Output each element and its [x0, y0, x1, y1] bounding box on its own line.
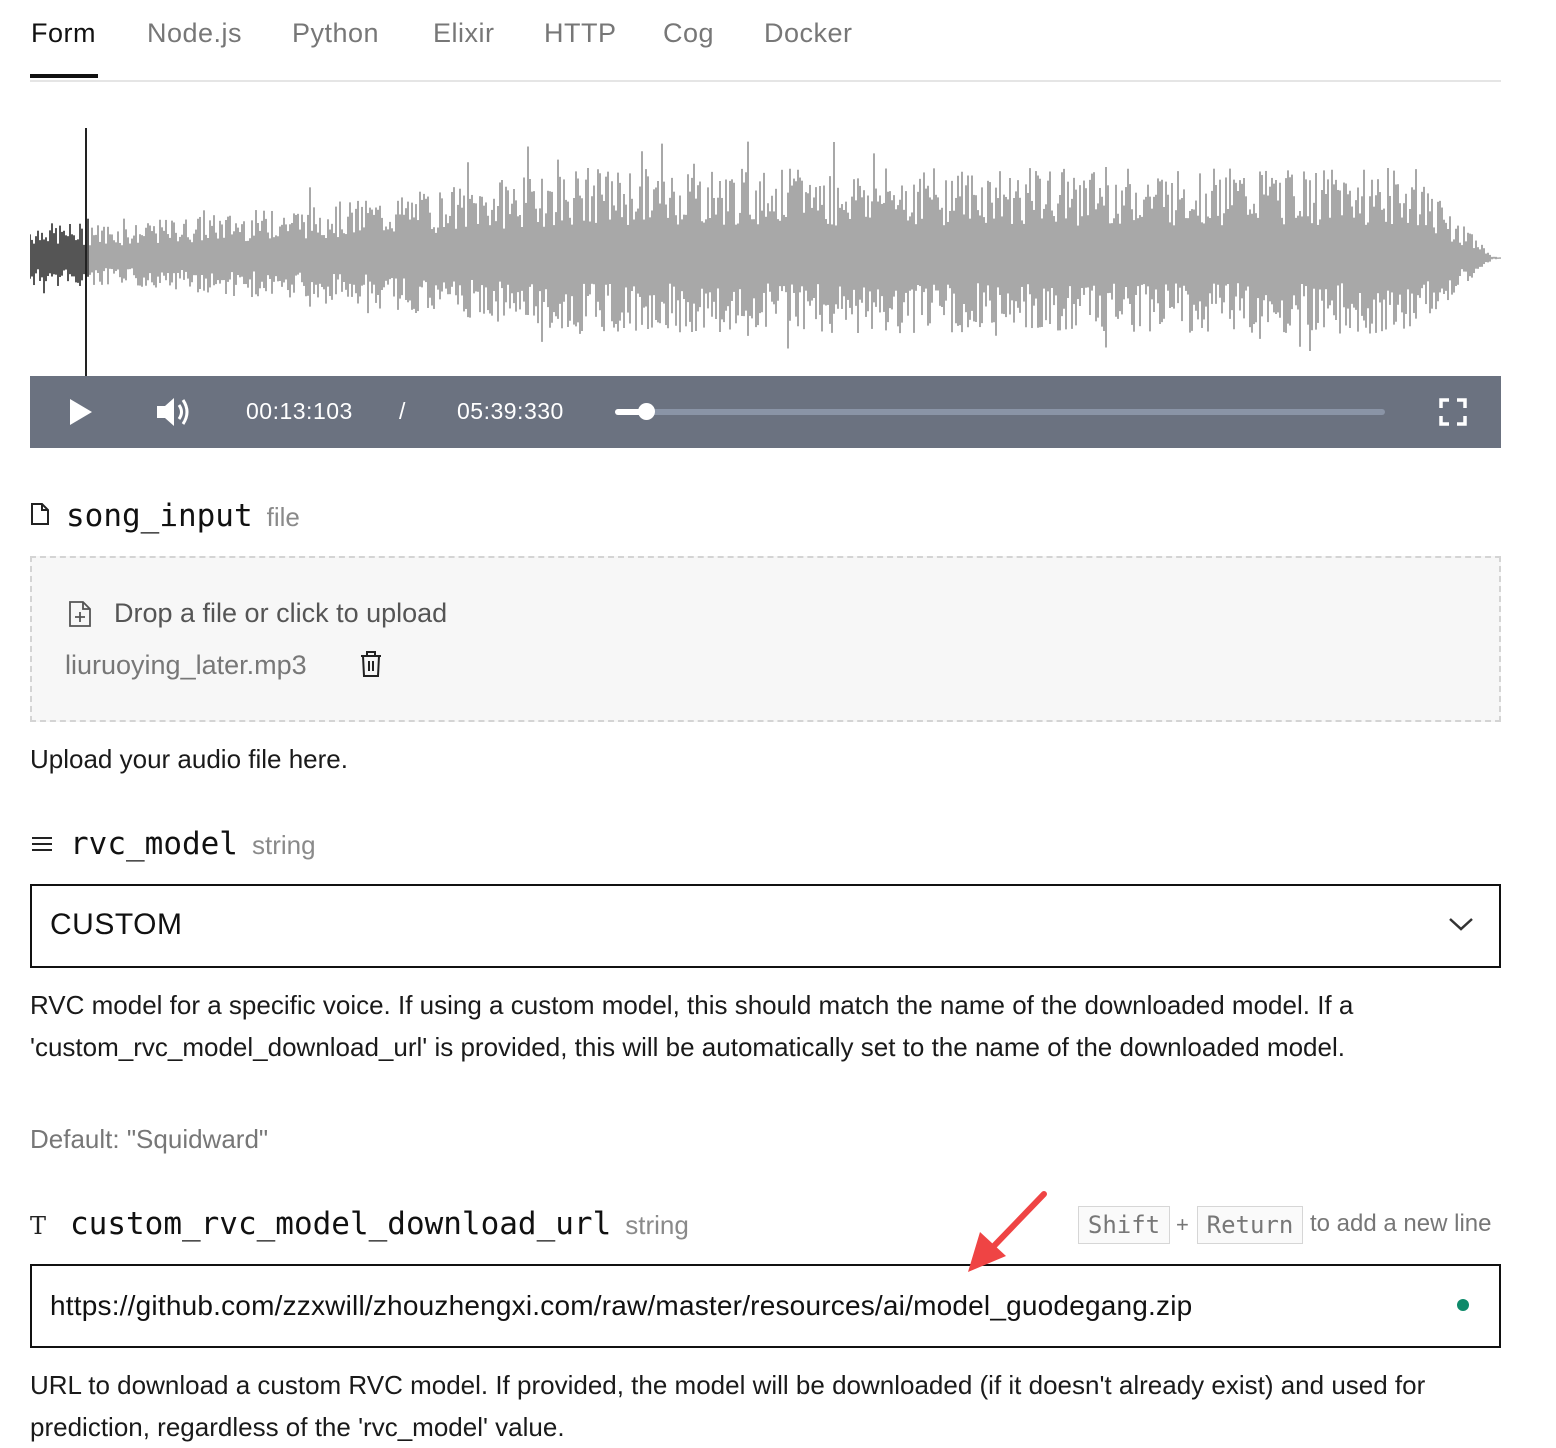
select-value: CUSTOM [50, 908, 183, 941]
song-input-description: Upload your audio file here. [30, 744, 348, 774]
tab-bar: Form Node.js Python Elixir HTTP Cog Dock… [30, 0, 1501, 82]
status-dot [1457, 1299, 1469, 1311]
dropzone-label[interactable]: Drop a file or click to upload [114, 598, 447, 629]
rvc-model-header: rvc_model string [30, 826, 316, 862]
newline-hint-text: to add a new line [1310, 1210, 1492, 1237]
shift-key-hint: Shift [1078, 1206, 1170, 1244]
trash-icon[interactable] [359, 650, 383, 683]
field-name: rvc_model [70, 826, 238, 862]
current-time: 00:13:103 [246, 398, 353, 424]
plus-sign: + [1176, 1212, 1189, 1237]
field-type: file [266, 502, 300, 532]
field-name: custom_rvc_model_download_url [70, 1206, 612, 1242]
custom-url-input[interactable]: https://github.com/zzxwill/zhouzhengxi.c… [30, 1264, 1501, 1348]
url-input-value: https://github.com/zzxwill/zhouzhengxi.c… [50, 1290, 1193, 1321]
tab-nodejs[interactable]: Node.js [147, 18, 242, 49]
time-separator: / [399, 398, 406, 424]
list-icon [30, 834, 56, 859]
field-type: string [251, 830, 316, 860]
rvc-model-description: RVC model for a specific voice. If using… [30, 990, 1354, 1062]
audio-player-bar: 00:13:103 / 05:39:330 [30, 376, 1501, 448]
duration: 05:39:330 [457, 398, 564, 424]
tab-http[interactable]: HTTP [544, 18, 617, 49]
file-dropzone[interactable]: Drop a file or click to upload liuruoyin… [30, 556, 1501, 722]
field-name: song_input [66, 498, 253, 534]
return-key-hint: Return [1197, 1206, 1303, 1244]
text-icon: T [30, 1212, 47, 1240]
tab-cog[interactable]: Cog [663, 18, 714, 49]
annotation-arrow-icon [968, 1191, 1047, 1272]
tab-docker[interactable]: Docker [764, 18, 853, 49]
rvc-model-default: Default: "Squidward" [30, 1124, 269, 1154]
chevron-down-icon[interactable] [1448, 916, 1474, 937]
audio-waveform[interactable] [30, 128, 1501, 376]
waveform-playhead[interactable] [85, 128, 87, 386]
custom-url-header: T custom_rvc_model_download_url string [30, 1206, 689, 1242]
play-icon[interactable] [68, 398, 94, 431]
tab-form[interactable]: Form [31, 18, 96, 49]
uploaded-file-name: liuruoying_later.mp3 [65, 650, 307, 680]
file-icon [30, 502, 52, 531]
volume-icon[interactable] [155, 394, 193, 435]
active-tab-indicator [30, 74, 98, 78]
tab-python[interactable]: Python [292, 18, 379, 49]
seek-track[interactable] [615, 409, 1385, 415]
fullscreen-icon[interactable] [1439, 398, 1467, 431]
rvc-model-select[interactable]: CUSTOM [30, 884, 1501, 968]
song-input-header: song_input file [30, 498, 300, 534]
seek-thumb[interactable] [638, 403, 655, 420]
tab-elixir[interactable]: Elixir [433, 18, 495, 49]
file-add-icon [68, 600, 92, 633]
custom-url-description: URL to download a custom RVC model. If p… [30, 1370, 1426, 1442]
field-type: string [625, 1210, 689, 1240]
